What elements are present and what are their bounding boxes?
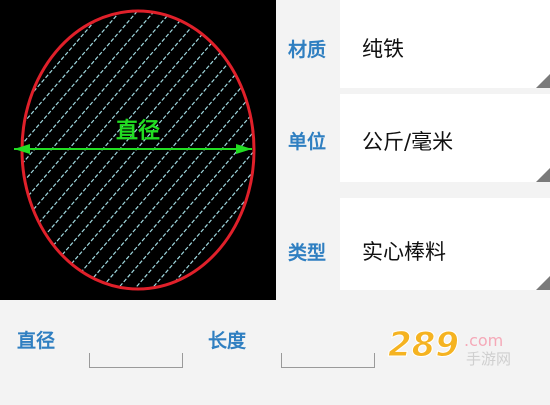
cross-section-diagram: 直径 [0, 0, 276, 300]
unit-select[interactable]: 公斤/毫米 [340, 94, 550, 182]
diameter-input[interactable] [90, 356, 182, 371]
dropdown-corner-icon [536, 74, 550, 88]
type-value: 实心棒料 [362, 240, 446, 264]
cross-section-svg: 直径 [0, 0, 276, 300]
length-input[interactable] [282, 356, 374, 371]
arrow-right-icon [236, 144, 252, 154]
material-select[interactable]: 纯铁 [340, 0, 550, 88]
unit-value: 公斤/毫米 [362, 130, 454, 154]
type-label: 类型 [288, 242, 327, 264]
hatch-line [0, 0, 11, 300]
length-input-label: 长度 [208, 330, 247, 352]
watermark-text: 手游网 [466, 350, 511, 368]
hatch-line [261, 0, 276, 300]
diameter-input-field[interactable] [89, 353, 183, 371]
length-input-field[interactable] [281, 353, 375, 371]
material-label: 材质 [288, 39, 327, 61]
diameter-input-label: 直径 [17, 330, 56, 352]
dropdown-corner-icon [536, 276, 550, 290]
unit-label: 单位 [288, 131, 327, 153]
site-watermark: 289 .com 手游网 [386, 322, 536, 372]
watermark-logo: 289 .com 手游网 [388, 325, 512, 369]
dropdown-corner-icon [536, 168, 550, 182]
diameter-label: 直径 [116, 118, 160, 144]
watermark-number: 289 [388, 325, 459, 365]
watermark-suffix: .com [464, 331, 503, 350]
type-select[interactable]: 实心棒料 [340, 198, 550, 290]
material-value: 纯铁 [362, 37, 404, 61]
